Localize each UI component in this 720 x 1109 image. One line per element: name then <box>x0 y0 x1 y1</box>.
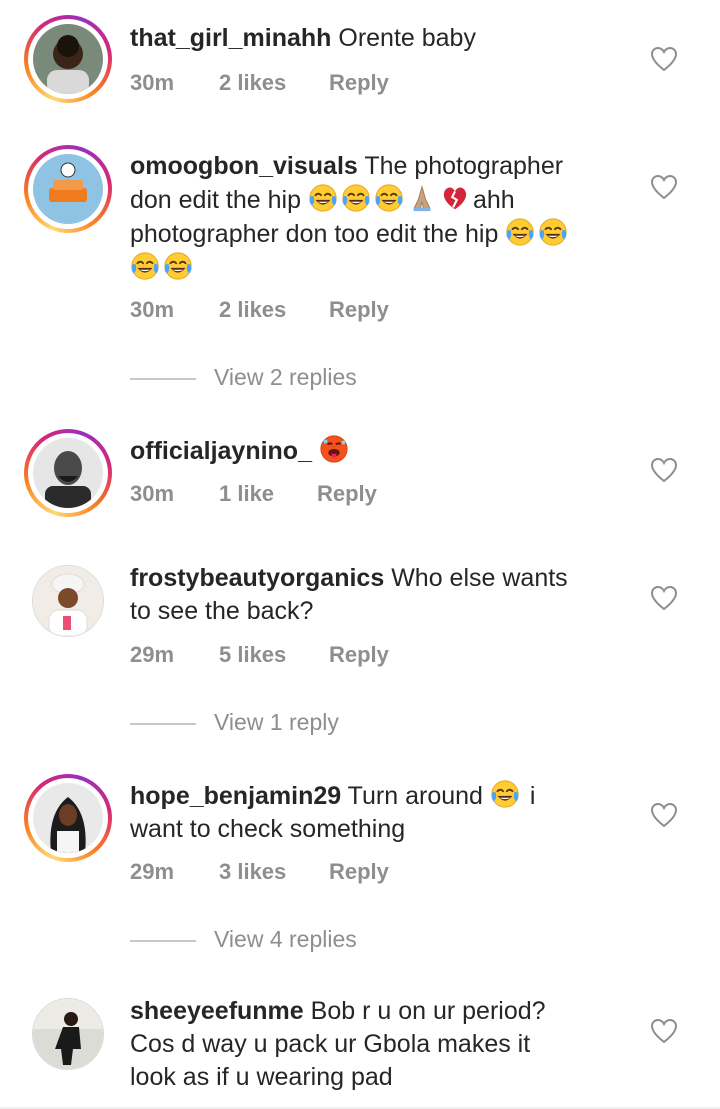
face-with-tears-of-joy-icon <box>490 779 520 809</box>
face-with-tears-of-joy-icon <box>163 251 193 281</box>
comment-username[interactable]: omoogbon_visuals <box>130 152 358 180</box>
face-with-tears-of-joy-icon <box>538 217 568 247</box>
like-heart-icon[interactable] <box>650 585 678 611</box>
comment-time: 30m <box>130 481 175 506</box>
comment-text: that_girl_minahh Orente baby <box>130 22 640 55</box>
comment-username[interactable]: hope_benjamin29 <box>130 782 341 810</box>
like-count[interactable]: 2 likes <box>219 297 286 323</box>
comment-time: 29m <box>130 642 175 667</box>
broken-heart-icon <box>440 183 470 213</box>
profile-photo <box>33 438 103 508</box>
profile-photo <box>33 24 103 94</box>
like-heart-icon[interactable] <box>650 457 678 483</box>
like-heart-icon[interactable] <box>650 46 678 72</box>
comment-text: frostybeautyorganics Who else wants to se… <box>130 564 568 625</box>
comment-body: Orente baby <box>338 24 476 52</box>
like-count[interactable]: 1 like <box>219 481 274 507</box>
comment-time: 30m <box>130 297 175 322</box>
reply-button[interactable]: Reply <box>329 297 389 323</box>
avatar[interactable] <box>24 557 112 645</box>
like-count[interactable]: 2 likes <box>219 70 286 96</box>
like-heart-icon[interactable] <box>650 1018 678 1044</box>
divider <box>130 940 196 942</box>
avatar[interactable] <box>24 145 112 233</box>
avatar[interactable] <box>24 990 112 1078</box>
face-with-tears-of-joy-icon <box>308 183 338 213</box>
comment-body: The photographer <box>364 152 564 180</box>
folded-hands-icon <box>407 183 437 213</box>
divider <box>130 378 196 380</box>
comment-username[interactable]: that_girl_minahh <box>130 24 331 52</box>
face-with-tears-of-joy-icon <box>374 183 404 213</box>
profile-photo <box>33 783 103 853</box>
like-count[interactable]: 3 likes <box>219 859 286 885</box>
divider <box>130 723 196 725</box>
comment-text: officialjaynino_ <box>130 434 640 468</box>
avatar[interactable] <box>24 774 112 862</box>
face-with-tears-of-joy-icon <box>341 183 371 213</box>
profile-photo <box>33 154 103 224</box>
comment-text: sheeyeefunme Bob r u on ur period? Cos d … <box>130 997 546 1091</box>
comment-username[interactable]: officialjaynino_ <box>130 437 312 465</box>
like-heart-icon[interactable] <box>650 174 678 200</box>
hot-face-icon <box>319 434 349 464</box>
profile-photo <box>32 565 104 637</box>
profile-photo <box>32 998 104 1070</box>
comment-username[interactable]: frostybeautyorganics <box>130 564 384 592</box>
reply-button[interactable]: Reply <box>329 70 389 96</box>
comment-body: Turn around <box>347 782 483 810</box>
comment-time: 29m <box>130 859 175 884</box>
comment-body: Who else wants <box>391 564 568 592</box>
comment-username[interactable]: sheeyeefunme <box>130 997 304 1025</box>
like-heart-icon[interactable] <box>650 802 678 828</box>
comment-text: omoogbon_visuals The photographer don edi… <box>130 150 640 285</box>
reply-button[interactable]: Reply <box>317 481 377 507</box>
face-with-tears-of-joy-icon <box>130 251 160 281</box>
comment-body: Bob r u on ur period? <box>310 997 546 1025</box>
reply-button[interactable]: Reply <box>329 642 389 668</box>
like-count[interactable]: 5 likes <box>219 642 286 668</box>
face-with-tears-of-joy-icon <box>505 217 535 247</box>
comment-text: hope_benjamin29 Turn around i want to che… <box>130 779 640 846</box>
avatar[interactable] <box>24 15 112 103</box>
reply-button[interactable]: Reply <box>329 859 389 885</box>
avatar[interactable] <box>24 429 112 517</box>
comment-time: 30m <box>130 70 175 95</box>
